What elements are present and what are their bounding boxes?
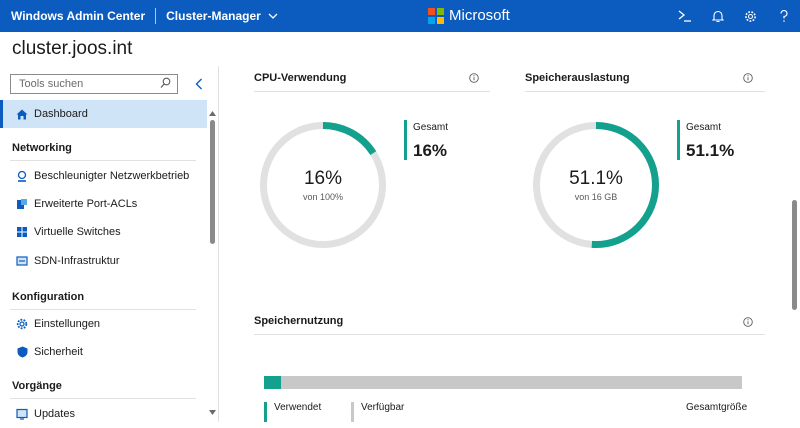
home-icon	[16, 108, 28, 120]
scroll-up-arrow-icon[interactable]	[209, 111, 216, 116]
section-networking: Networking	[12, 142, 72, 154]
memory-legend-bar	[677, 120, 680, 160]
cpu-card-title: CPU-Verwendung	[254, 72, 347, 84]
sidebar-scrollbar[interactable]	[207, 110, 218, 422]
network-accelerate-icon	[16, 170, 28, 182]
switch-grid-icon	[16, 226, 28, 238]
gear-icon	[745, 10, 756, 22]
port-acl-icon	[16, 198, 28, 210]
chevron-down-icon	[268, 13, 278, 19]
settings-button[interactable]	[734, 0, 767, 32]
section-operations: Vorgänge	[12, 380, 62, 392]
sidebar-item-label: Erweiterte Port-ACLs	[34, 198, 138, 210]
memory-legend-label: Gesamt	[686, 122, 722, 133]
storage-legend-total: Gesamtgröße	[686, 402, 748, 413]
app-title[interactable]: Windows Admin Center	[11, 9, 145, 23]
sidebar-item-accelerated-networking[interactable]: Beschleunigter Netzwerkbetrieb	[0, 162, 207, 190]
sidebar-item-label: Updates	[34, 408, 75, 420]
help-button[interactable]	[767, 0, 800, 32]
available-legend-label: Verfügbar	[361, 402, 405, 413]
available-legend-marker	[351, 402, 354, 422]
sidebar-item-label: Dashboard	[34, 108, 88, 120]
storage-card-divider	[254, 334, 765, 335]
sidebar-item-label: Beschleunigter Netzwerkbetrieb	[34, 170, 190, 182]
bell-icon	[711, 10, 724, 22]
storage-card-title: Speichernutzung	[254, 315, 344, 327]
context-label: Cluster-Manager	[166, 9, 261, 23]
info-icon[interactable]	[743, 73, 753, 83]
cpu-legend-label: Gesamt	[413, 122, 449, 133]
info-icon[interactable]	[743, 317, 753, 327]
collapse-sidebar-button[interactable]	[190, 74, 208, 94]
storage-used-fill	[264, 376, 281, 389]
cpu-usage-subtext: von 100%	[302, 192, 344, 202]
top-bar: Windows Admin Center Cluster-Manager Mic…	[0, 0, 800, 32]
sidebar-item-virtual-switches[interactable]: Virtuelle Switches	[0, 218, 207, 246]
info-icon[interactable]	[469, 73, 479, 83]
cpu-legend-value: 16%	[413, 141, 448, 160]
powershell-button[interactable]	[668, 0, 701, 32]
sidebar-item-label: Virtuelle Switches	[34, 226, 121, 238]
memory-usage-value: 51.1%	[569, 168, 623, 189]
chevron-left-icon	[195, 78, 202, 90]
gear-icon	[16, 318, 28, 330]
microsoft-brand: Microsoft	[428, 7, 510, 24]
shield-icon	[16, 346, 28, 358]
search-placeholder: Tools suchen	[19, 78, 84, 90]
sidebar-item-port-acls[interactable]: Erweiterte Port-ACLs	[0, 190, 207, 218]
context-switcher[interactable]: Cluster-Manager	[166, 9, 278, 23]
cpu-usage-value: 16%	[303, 168, 343, 189]
microsoft-logo-icon	[428, 7, 444, 24]
section-configuration: Konfiguration	[12, 291, 85, 303]
sidebar-item-updates[interactable]: Updates	[0, 400, 207, 428]
storage-legend-available: Verfügbar	[351, 402, 431, 422]
cpu-card-divider	[254, 91, 490, 92]
sidebar-item-settings[interactable]: Einstellungen	[0, 310, 207, 338]
memory-card-divider	[525, 91, 765, 92]
sdn-icon	[16, 255, 28, 267]
sidebar-item-security[interactable]: Sicherheit	[0, 338, 207, 366]
brand-name: Microsoft	[449, 7, 510, 24]
tools-sidebar: Tools suchen Dashboard Networking Beschl…	[0, 66, 219, 422]
page-title: cluster.joos.int	[12, 38, 133, 59]
sidebar-item-label: Einstellungen	[34, 318, 101, 330]
section-divider	[10, 398, 196, 399]
sidebar-item-sdn-infrastructure[interactable]: SDN-Infrastruktur	[0, 247, 207, 275]
memory-usage-subtext: von 16 GB	[574, 192, 618, 202]
tools-search-input[interactable]: Tools suchen	[10, 74, 178, 94]
main-scrollbar[interactable]	[790, 66, 799, 422]
terminal-icon	[678, 10, 691, 22]
used-legend-label: Verwendet	[274, 402, 322, 413]
sidebar-item-label: Sicherheit	[34, 346, 83, 358]
storage-legend-used: Verwendet	[264, 402, 344, 422]
section-divider	[10, 160, 196, 161]
help-icon	[779, 9, 788, 22]
notifications-button[interactable]	[701, 0, 734, 32]
memory-legend-value: 51.1%	[686, 141, 735, 160]
storage-usage-bar	[264, 376, 742, 389]
sidebar-item-dashboard[interactable]: Dashboard	[0, 100, 207, 128]
top-toolbar	[668, 0, 800, 32]
sidebar-scroll-thumb[interactable]	[210, 120, 215, 244]
sidebar-item-label: SDN-Infrastruktur	[34, 255, 120, 267]
scroll-down-arrow-icon[interactable]	[209, 410, 216, 415]
memory-card-title: Speicherauslastung	[525, 72, 630, 84]
updates-icon	[16, 408, 28, 420]
search-icon[interactable]	[160, 77, 171, 89]
main-scroll-thumb[interactable]	[792, 200, 797, 310]
cpu-legend-bar	[404, 120, 407, 160]
title-separator	[155, 8, 157, 24]
used-legend-marker	[264, 402, 267, 422]
